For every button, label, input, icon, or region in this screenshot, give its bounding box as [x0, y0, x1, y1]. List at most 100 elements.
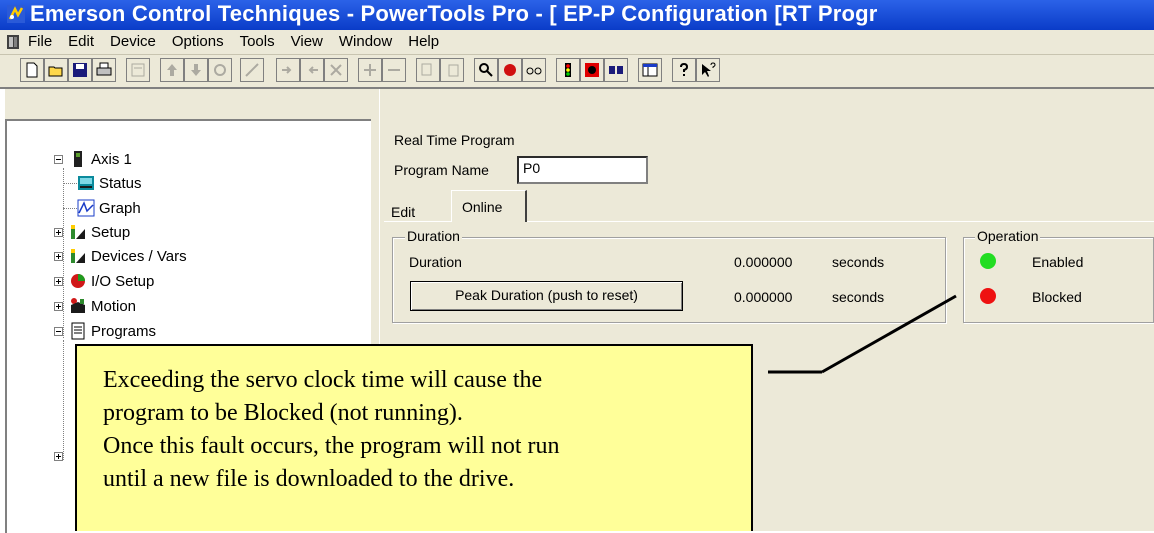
upload-button[interactable] — [160, 58, 184, 82]
expand-icon[interactable] — [54, 301, 63, 311]
tree-item-status[interactable]: Status — [77, 174, 142, 192]
stop-button[interactable] — [498, 58, 522, 82]
tree-label: Motion — [91, 297, 137, 315]
duration-value: 0.000000 — [734, 254, 793, 270]
save-button[interactable] — [68, 58, 92, 82]
watch-button[interactable] — [522, 58, 546, 82]
tree-item-io-setup[interactable]: I/O Setup — [54, 272, 154, 290]
tree-line — [63, 183, 77, 184]
properties-button[interactable] — [126, 58, 150, 82]
program-name-label: Program Name — [394, 162, 489, 178]
tree-item-graph[interactable]: Graph — [77, 199, 141, 217]
expand-icon[interactable] — [54, 276, 63, 286]
insert-row-button[interactable] — [276, 58, 300, 82]
magnifier-icon — [479, 63, 493, 77]
help-icon — [680, 62, 689, 76]
collapse-icon[interactable] — [54, 326, 63, 336]
tab-edit[interactable]: Edit — [391, 204, 415, 220]
tree-item-devices-vars[interactable]: Devices / Vars — [54, 247, 187, 265]
delete-row-button[interactable] — [324, 58, 348, 82]
printer-icon — [96, 62, 112, 76]
paste-button[interactable] — [440, 58, 464, 82]
delete-icon — [330, 64, 342, 76]
program-name-input[interactable]: P0 — [517, 156, 648, 184]
download-button[interactable] — [184, 58, 208, 82]
window-title: Emerson Control Techniques - PowerTools … — [30, 1, 878, 26]
tree-label: I/O Setup — [91, 272, 155, 290]
refresh-icon — [214, 64, 226, 76]
peak-duration-unit: seconds — [832, 289, 885, 305]
menu-device[interactable]: Device — [110, 33, 156, 50]
window-icon — [642, 63, 658, 77]
tree-item-motion[interactable]: Motion — [54, 297, 136, 315]
tree-item-programs[interactable]: Programs — [54, 322, 156, 340]
operation-group-title: Operation — [975, 228, 1041, 244]
callout-line: program to be Blocked (not running). — [103, 400, 463, 426]
expand-icon[interactable] — [54, 227, 63, 237]
tree-item-axis-1[interactable]: Axis 1 — [54, 150, 132, 168]
motion-tree-icon — [69, 297, 87, 315]
traffic-light-button[interactable] — [556, 58, 580, 82]
graph-icon — [77, 199, 95, 217]
callout-text: Exceeding the servo clock time will caus… — [103, 364, 743, 496]
operation-group — [963, 237, 1154, 323]
devices-icon — [69, 247, 87, 265]
move-row-icon — [308, 66, 318, 74]
menu-help[interactable]: Help — [408, 33, 439, 50]
tree-item-setup[interactable]: Setup — [54, 223, 130, 241]
motion-button[interactable] — [604, 58, 628, 82]
open-folder-icon — [48, 66, 63, 77]
duration-group-title: Duration — [405, 228, 462, 244]
zoom-button[interactable] — [474, 58, 498, 82]
peak-duration-reset-button[interactable]: Peak Duration (push to reset) — [410, 281, 683, 311]
expand-icon[interactable] — [54, 251, 63, 261]
help-button[interactable] — [672, 58, 696, 82]
copy-button[interactable] — [416, 58, 440, 82]
remove-button[interactable] — [382, 58, 406, 82]
stop-icon — [504, 64, 516, 76]
insert-row-icon — [282, 66, 292, 74]
tree-item-collapsed[interactable] — [54, 452, 63, 461]
add-button[interactable] — [358, 58, 382, 82]
menu-window[interactable]: Window — [339, 33, 392, 50]
callout-line: until a new file is downloaded to the dr… — [103, 466, 515, 492]
collapse-icon[interactable] — [54, 154, 63, 164]
menu-file[interactable]: File — [28, 33, 52, 50]
document-icon[interactable] — [6, 34, 20, 50]
duration-unit: seconds — [832, 254, 885, 270]
paste-icon — [448, 64, 459, 77]
window-button[interactable] — [638, 58, 662, 82]
status-icon — [77, 174, 95, 192]
new-file-button[interactable] — [20, 58, 44, 82]
refresh-button[interactable] — [208, 58, 232, 82]
tree-line — [63, 208, 77, 209]
traffic-light-icon — [565, 63, 571, 77]
properties-icon — [131, 63, 145, 77]
new-file-icon — [26, 62, 38, 78]
upload-icon — [167, 64, 177, 76]
tree-label: Graph — [99, 199, 141, 217]
callout-line: Exceeding the servo clock time will caus… — [103, 367, 543, 393]
tab-online[interactable]: Online — [451, 190, 527, 222]
tree-line — [63, 340, 64, 460]
duration-label: Duration — [409, 254, 462, 270]
expand-icon[interactable] — [54, 452, 63, 461]
move-row-button[interactable] — [300, 58, 324, 82]
emergency-stop-button[interactable] — [580, 58, 604, 82]
section-title: Real Time Program — [394, 132, 515, 148]
print-button[interactable] — [92, 58, 116, 82]
download-icon — [191, 64, 201, 76]
tree-label: Programs — [91, 322, 157, 340]
menu-options[interactable]: Options — [172, 33, 224, 50]
enabled-indicator-icon — [980, 253, 996, 269]
menu-edit[interactable]: Edit — [68, 33, 94, 50]
context-help-button[interactable] — [696, 58, 720, 82]
open-file-button[interactable] — [44, 58, 68, 82]
emergency-stop-icon — [585, 63, 599, 77]
disconnect-button[interactable] — [240, 58, 264, 82]
blocked-label: Blocked — [1032, 289, 1082, 305]
menu-tools[interactable]: Tools — [240, 33, 275, 50]
menu-view[interactable]: View — [291, 33, 323, 50]
tree-label: Axis 1 — [91, 150, 132, 168]
io-icon — [69, 272, 87, 290]
